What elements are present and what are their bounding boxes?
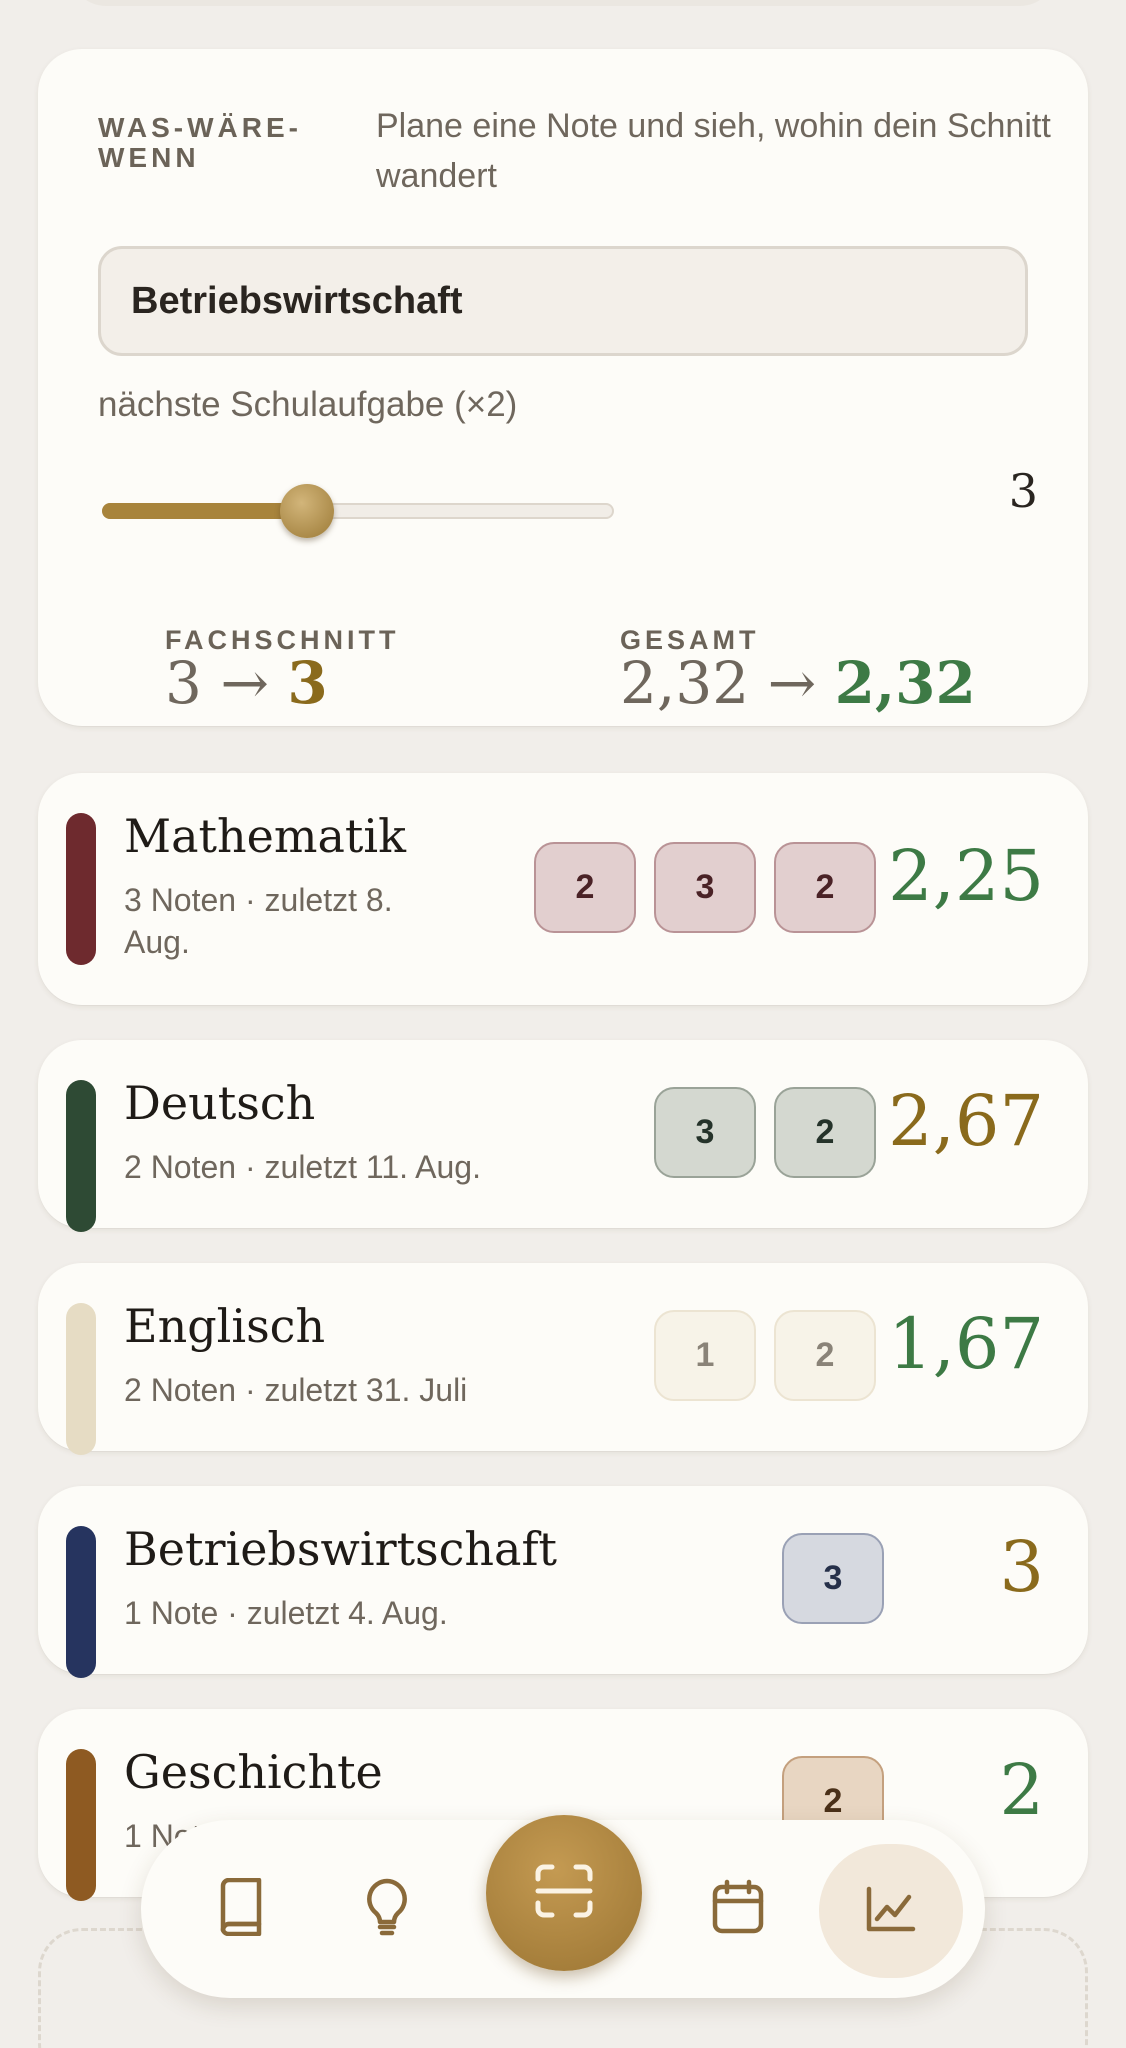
nav-stats-button[interactable] [819,1844,963,1978]
gesamt-value: 2,32 → 2,32 [620,649,976,717]
subject-color-bar [66,1749,96,1901]
subject-color-bar [66,1526,96,1678]
grade-chip[interactable]: 3 [782,1533,884,1624]
grade-chip[interactable]: 3 [654,1087,756,1178]
subject-color-bar [66,1303,96,1455]
book-icon [215,1877,267,1941]
subject-card[interactable]: Englisch 2 Noten · zuletzt 31. Juli 1 2 1,67 [38,1263,1088,1455]
lightbulb-icon [363,1877,411,1942]
previous-card-edge [70,0,1056,6]
subject-average: 2 [999,1749,1044,1831]
subject-average: 3 [999,1526,1044,1608]
grade-chip[interactable]: 2 [774,1310,876,1401]
subject-meta: 1 Note · zuletzt 4. Aug. [124,1595,448,1631]
subject-meta: 2 Noten · zuletzt 11. Aug. [124,1149,481,1185]
subject-select[interactable]: Betriebswirtschaft [98,246,1028,356]
what-if-card: WAS-WÄRE-WENN Plane eine Note und sieh, … [38,49,1088,726]
subject-color-bar [66,813,96,965]
calendar-icon [711,1879,765,1940]
fachschnitt-value: 3 → 3 [165,649,328,717]
gesamt-from: 2,32 [620,649,750,717]
gesamt-to: 2,32 [834,649,976,717]
grade-chip[interactable]: 1 [654,1310,756,1401]
grade-chip[interactable]: 2 [534,842,636,933]
what-if-label: WAS-WÄRE-WENN [98,112,302,173]
subject-card[interactable]: Deutsch 2 Noten · zuletzt 11. Aug. 3 2 2,67 [38,1040,1088,1232]
slider-fill [102,503,307,519]
subject-name: Betriebswirtschaft [124,1522,557,1576]
scan-button[interactable] [486,1815,642,1971]
grade-chip[interactable]: 2 [774,842,876,933]
grade-chip[interactable]: 3 [654,842,756,933]
scan-icon [534,1863,594,1924]
nav-ideas-button[interactable] [335,1857,439,1961]
subject-average: 2,67 [888,1080,1044,1162]
chart-icon [865,1885,917,1938]
subject-average: 1,67 [888,1303,1044,1385]
slider-thumb[interactable] [279,484,334,538]
fachschnitt-from: 3 [165,649,202,717]
grade-chip[interactable]: 2 [774,1087,876,1178]
subject-meta: 3 Noten · zuletzt 8. Aug. [124,882,393,960]
subject-color-bar [66,1080,96,1232]
bottom-nav [141,1815,985,1998]
subject-name: Deutsch [124,1076,316,1130]
fachschnitt-to: 3 [287,649,328,717]
subject-name: Mathematik [124,809,406,863]
nav-book-button[interactable] [189,1857,293,1961]
subject-card[interactable]: Betriebswirtschaft 1 Note · zuletzt 4. Au… [38,1486,1088,1678]
subject-card[interactable]: Mathematik 3 Noten · zuletzt 8. Aug. 2 3 2 2,… [38,773,1088,1005]
arrow-icon: → [220,649,269,717]
slider-value: 3 [1008,464,1038,518]
grade-slider[interactable] [102,484,614,538]
subject-name: Englisch [124,1299,326,1353]
next-exam-label: nächste Schulaufgabe (×2) [98,385,518,424]
nav-calendar-button[interactable] [686,1857,790,1961]
subject-meta: 2 Noten · zuletzt 31. Juli [124,1372,468,1408]
what-if-description: Plane eine Note und sieh, wohin dein Sch… [376,107,1051,195]
subject-name: Geschichte [124,1745,383,1799]
arrow-icon: → [767,649,817,717]
subject-average: 2,25 [888,835,1044,917]
